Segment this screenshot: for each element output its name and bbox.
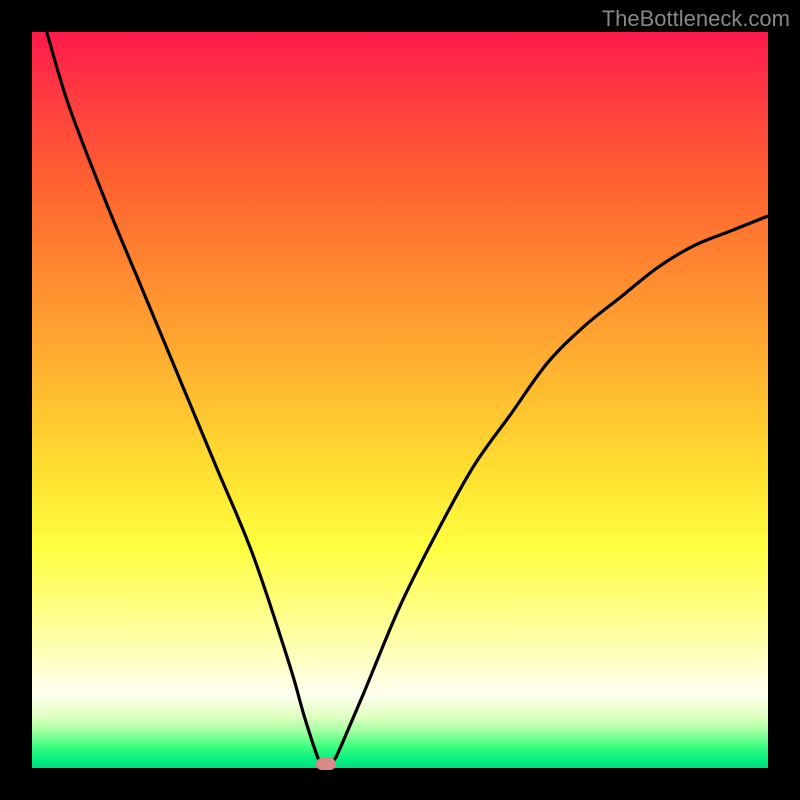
minimum-marker [316,758,336,770]
watermark-text: TheBottleneck.com [602,6,790,32]
chart-frame: TheBottleneck.com [0,0,800,800]
curve-layer [32,32,768,768]
bottleneck-curve [47,32,768,768]
